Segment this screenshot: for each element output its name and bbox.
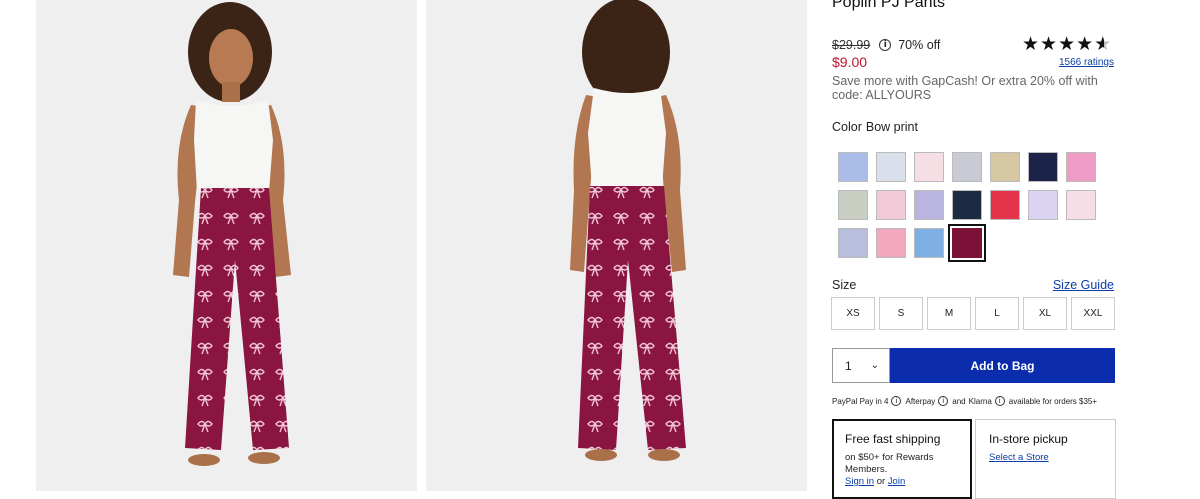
or-label: or [876, 476, 886, 487]
swatch-lavender-plaid[interactable] [910, 186, 948, 224]
sale-price: $9.00 [832, 54, 868, 70]
swatch-chip [914, 152, 944, 182]
swatch-chip [952, 152, 982, 182]
shipping-text: on $50+ for Rewards Members. [845, 452, 934, 475]
quantity-value: 1 [845, 358, 852, 373]
select-store-link[interactable]: Select a Store [989, 452, 1102, 463]
info-icon[interactable]: i [879, 39, 892, 51]
size-guide-link[interactable]: Size Guide [1053, 278, 1114, 292]
swatch-chip [838, 228, 868, 258]
price-row: $29.99 i 70% off [832, 38, 940, 52]
size-option-s[interactable]: S [879, 297, 923, 330]
star-icon: ★ [1076, 33, 1094, 55]
size-option-xs[interactable]: XS [831, 297, 875, 330]
star-icon: ★ [1058, 33, 1076, 55]
quantity-select[interactable]: 1 ⌄ [832, 348, 890, 383]
swatch-chip [876, 190, 906, 220]
swatch-periwinkle-stripe[interactable] [834, 224, 872, 262]
swatch-chip [914, 228, 944, 258]
swatch-navy-dots[interactable] [1024, 148, 1062, 186]
klarna-label: Klarna [968, 396, 992, 406]
and-label: and [952, 396, 966, 406]
color-label: Color [832, 120, 862, 134]
product-image-front[interactable] [36, 0, 417, 491]
color-label-row: Color Bow print [832, 120, 918, 134]
join-link[interactable]: Join [888, 476, 905, 487]
swatch-chip [838, 190, 868, 220]
swatch-chip [948, 224, 986, 262]
swatch-lilac-print[interactable] [1024, 186, 1062, 224]
model-front-figure [173, 2, 291, 466]
swatch-blue-floral[interactable] [872, 148, 910, 186]
swatch-green-plaid[interactable] [834, 186, 872, 224]
swatch-blue-stripe[interactable] [834, 148, 872, 186]
swatch-gray-heart[interactable] [948, 148, 986, 186]
swatch-chip [876, 228, 906, 258]
swatch-blue-rainbow[interactable] [910, 224, 948, 262]
swatch-pink-hearts[interactable] [910, 148, 948, 186]
swatch-navy-floral[interactable] [948, 186, 986, 224]
size-option-xl[interactable]: XL [1023, 297, 1067, 330]
size-option-xxl[interactable]: XXL [1071, 297, 1115, 330]
size-option-m[interactable]: M [927, 297, 971, 330]
model-back-figure [570, 0, 686, 461]
promo-text: Save more with GapCash! Or extra 20% off… [832, 74, 1098, 102]
chevron-down-icon: ⌄ [870, 360, 879, 371]
swatch-light-pink[interactable] [1062, 186, 1100, 224]
size-option-l[interactable]: L [975, 297, 1019, 330]
swatch-chip [876, 152, 906, 182]
info-icon[interactable]: i [938, 396, 949, 406]
swatch-chip [990, 152, 1020, 182]
swatch-chip [914, 190, 944, 220]
size-options: XS S M L XL XXL [831, 297, 1115, 330]
ratings-link[interactable]: 1566 ratings [1059, 57, 1114, 68]
payment-options: PayPal Pay in 4 i Afterpay i and Klarna … [832, 396, 1097, 406]
swatch-pink-cherry[interactable] [872, 186, 910, 224]
add-to-bag-button[interactable]: Add to Bag [890, 348, 1115, 383]
color-value: Bow print [865, 120, 918, 134]
swatch-chip [952, 190, 982, 220]
available-label: available for orders $35+ [1008, 396, 1098, 406]
swatch-red-plaid[interactable] [986, 186, 1024, 224]
product-title: Poplin PJ Pants [832, 0, 945, 11]
product-image-back[interactable] [426, 0, 807, 491]
info-icon[interactable]: i [994, 396, 1005, 406]
pickup-option[interactable]: In-store pickup Select a Store [975, 419, 1116, 499]
size-label: Size [832, 278, 857, 292]
swatch-bow-print[interactable] [948, 224, 986, 262]
swatch-chip [1028, 152, 1058, 182]
info-icon[interactable]: i [891, 396, 902, 406]
swatch-tan-stripe[interactable] [986, 148, 1024, 186]
paypal-label: PayPal Pay in 4 [832, 396, 889, 406]
pickup-title: In-store pickup [989, 432, 1068, 446]
color-swatches [834, 148, 1100, 262]
discount-label: 70% off [898, 38, 941, 52]
sign-in-link[interactable]: Sign in [845, 476, 874, 487]
swatch-chip [1066, 190, 1096, 220]
original-price: $29.99 [832, 38, 871, 52]
shipping-option[interactable]: Free fast shipping on $50+ for Rewards M… [832, 419, 972, 499]
star-icon: ★ [1040, 33, 1058, 55]
shipping-title: Free fast shipping [845, 432, 941, 446]
rating-stars[interactable]: ★ ★ ★ ★ ★ [1022, 35, 1111, 54]
swatch-pink-strawberry[interactable] [872, 224, 910, 262]
swatch-chip [990, 190, 1020, 220]
afterpay-label: Afterpay [905, 396, 936, 406]
star-icon: ★ [1022, 33, 1040, 55]
swatch-chip [838, 152, 868, 182]
half-star-icon: ★ [1094, 33, 1112, 55]
swatch-pink-stripe[interactable] [1062, 148, 1100, 186]
swatch-chip [1066, 152, 1096, 182]
swatch-chip [1028, 190, 1058, 220]
